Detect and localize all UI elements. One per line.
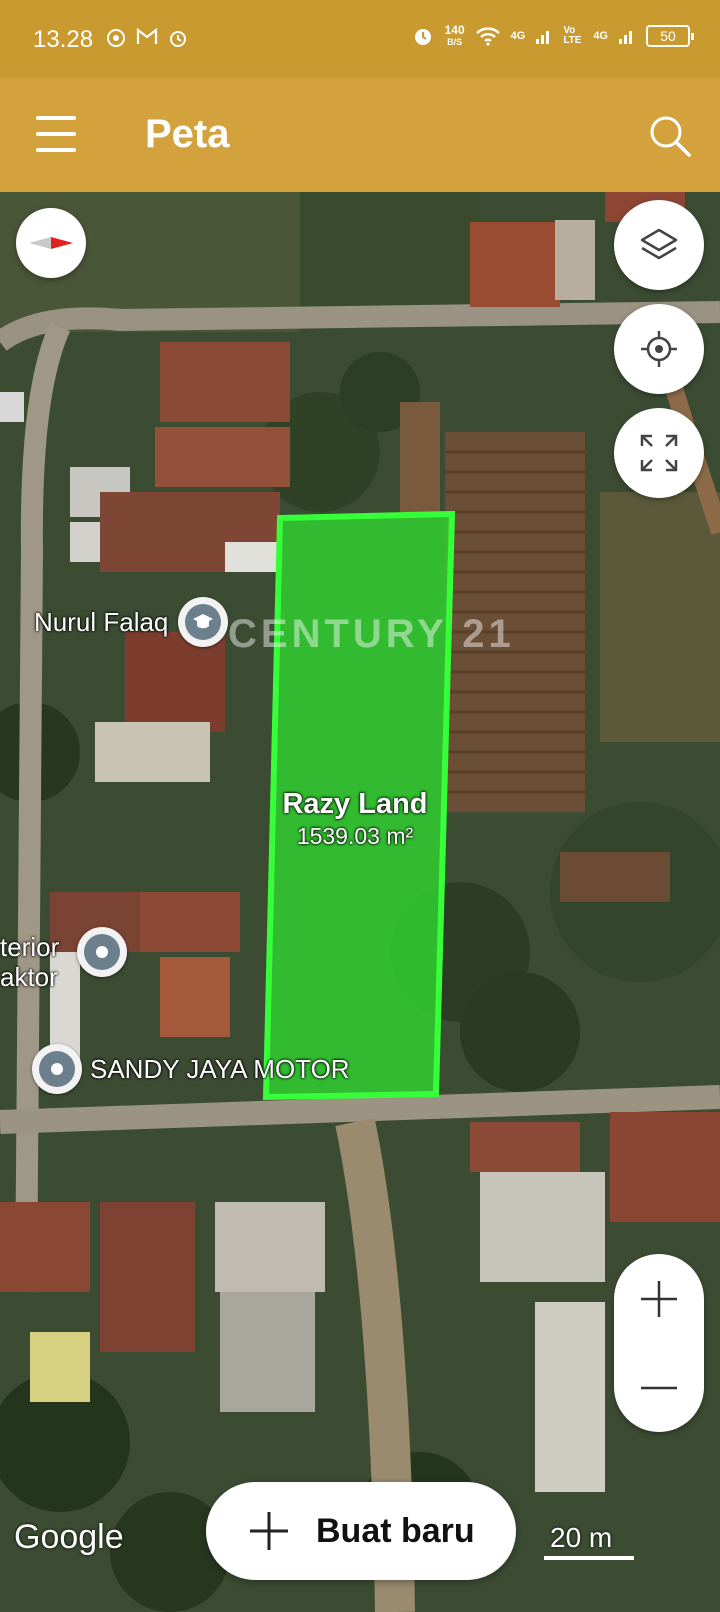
poi-label: SANDY JAYA MOTOR [90,1053,350,1084]
layers-icon [640,228,678,260]
school-icon [178,597,229,647]
plot-name: Razy Land [282,788,428,820]
minus-icon [641,1386,677,1389]
watermark: CENTURY 21 [228,612,515,656]
my-location-icon [641,331,677,367]
layers-button[interactable] [614,200,704,290]
page-title: Peta [145,112,230,156]
fullscreen-button[interactable] [614,408,704,498]
my-location-button[interactable] [614,304,704,394]
network-1-label: 4G [510,30,526,42]
data-rate-unit: B/S [447,37,463,47]
plot-label: Razy Land 1539.03 m² [260,788,450,850]
compass-button[interactable] [16,208,86,278]
status-bar: 13.28 140 B/S 4G Vo LTE 4G 50 [0,0,720,78]
zoom-controls [614,1254,704,1432]
scale-bar [544,1556,634,1560]
network-2-label: 4G [593,30,608,42]
google-attribution: Google [14,1518,124,1556]
app-bar: Peta [0,78,720,192]
plus-icon [250,1512,288,1550]
create-new-label: Buat baru [316,1511,475,1550]
poi-nurul-falaq[interactable]: Nurul Falaq [34,597,229,647]
plot-area: 1539.03 m² [296,823,414,849]
signal-icon [619,31,632,44]
compass-icon [29,237,73,249]
gmail-icon [136,28,158,44]
create-new-button[interactable]: Buat baru [206,1482,516,1580]
alarm-icon [170,31,186,47]
alarm-icon [414,29,431,45]
fullscreen-icon [640,434,678,472]
poi-label: terior aktor [0,932,60,992]
status-time: 13.28 [33,26,94,53]
notification-icons [106,28,188,48]
data-rate: 140 B/S [445,24,465,48]
battery-indicator: 50 [646,25,694,47]
place-pin-icon [77,927,128,977]
signal-icon [536,31,550,44]
system-icons: 140 B/S 4G Vo LTE 4G 50 [411,24,694,48]
place-pin-icon [32,1044,82,1094]
chrome-icon [107,29,125,47]
scale-label: 20 m [550,1522,613,1553]
poi-partial[interactable]: terior aktor [0,927,128,992]
land-plot-polygon[interactable] [0,192,720,1612]
poi-sandy-jaya-motor[interactable]: SANDY JAYA MOTOR [32,1044,350,1094]
map-scale: 20 m [544,1522,634,1560]
zoom-in-button[interactable] [614,1254,704,1343]
satellite-map[interactable]: CENTURY 21 Razy Land 1539.03 m² Nurul Fa… [0,192,720,1612]
poi-label: Nurul Falaq [34,606,169,637]
data-rate-value: 140 [444,23,465,37]
plus-icon [641,1280,677,1317]
zoom-out-button[interactable] [614,1343,704,1432]
search-icon[interactable] [648,114,692,158]
wifi-icon [475,27,500,46]
volte-label: Vo LTE [563,25,582,46]
hamburger-menu-icon[interactable] [36,116,76,152]
